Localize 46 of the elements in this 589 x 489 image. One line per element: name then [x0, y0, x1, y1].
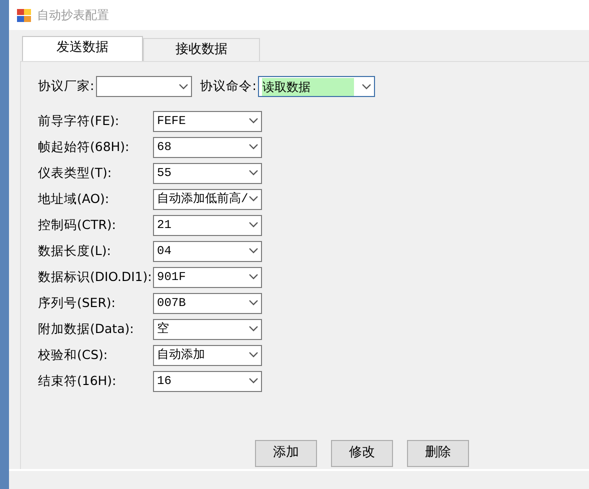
caret-icon: [249, 352, 258, 358]
caret-icon: [249, 196, 258, 202]
caret-icon: [179, 84, 188, 90]
field-label: 数据长度(L):: [38, 242, 112, 260]
dropdown[interactable]: 空: [153, 318, 262, 340]
dropdown[interactable]: 读取数据: [258, 76, 376, 97]
dropdown[interactable]: 68: [153, 136, 262, 158]
app-icon: [17, 8, 31, 22]
caret-icon: [249, 170, 258, 176]
dropdown[interactable]: 自动添加低前高/: [153, 188, 262, 210]
dropdown[interactable]: 55: [153, 162, 262, 184]
field-label: 协议厂家:: [38, 77, 94, 96]
action-button[interactable]: 添加: [255, 440, 317, 466]
caret-icon: [249, 378, 258, 384]
field-label: 控制码(CTR):: [38, 216, 118, 234]
dropdown[interactable]: [96, 76, 192, 97]
dropdown[interactable]: FEFE: [153, 110, 262, 132]
dropdown[interactable]: 自动添加: [153, 344, 262, 366]
tab[interactable]: 接收数据: [143, 38, 260, 60]
field-label: 数据标识(DIO.DI1):: [38, 268, 153, 286]
action-button[interactable]: 修改: [331, 440, 393, 466]
window-title: 自动抄表配置: [37, 7, 109, 24]
field-label: 仪表类型(T):: [38, 164, 113, 182]
caret-icon: [249, 222, 258, 228]
dropdown[interactable]: 21: [153, 214, 262, 236]
caret-icon: [249, 274, 258, 280]
field-label: 协议命令:: [200, 77, 256, 96]
tab[interactable]: 发送数据: [22, 36, 143, 60]
field-label: 结束符(16H):: [38, 372, 118, 390]
dropdown[interactable]: 16: [153, 370, 262, 392]
dropdown[interactable]: 901F: [153, 266, 262, 288]
field-label: 附加数据(Data):: [38, 320, 135, 338]
caret-icon: [249, 248, 258, 254]
field-label: 序列号(SER):: [38, 294, 116, 312]
caret-icon: [249, 326, 258, 332]
field-label: 帧起始符(68H):: [38, 138, 130, 156]
caret-icon: [249, 118, 258, 124]
caret-icon: [249, 300, 258, 306]
dropdown[interactable]: 04: [153, 240, 262, 262]
field-label: 地址域(AO):: [38, 190, 110, 208]
caret-icon: [249, 144, 258, 150]
caret-icon: [362, 84, 372, 90]
field-label: 前导字符(FE):: [38, 112, 120, 130]
action-button[interactable]: 删除: [407, 440, 469, 466]
dropdown[interactable]: 007B: [153, 292, 262, 314]
field-label: 校验和(CS):: [38, 346, 109, 364]
